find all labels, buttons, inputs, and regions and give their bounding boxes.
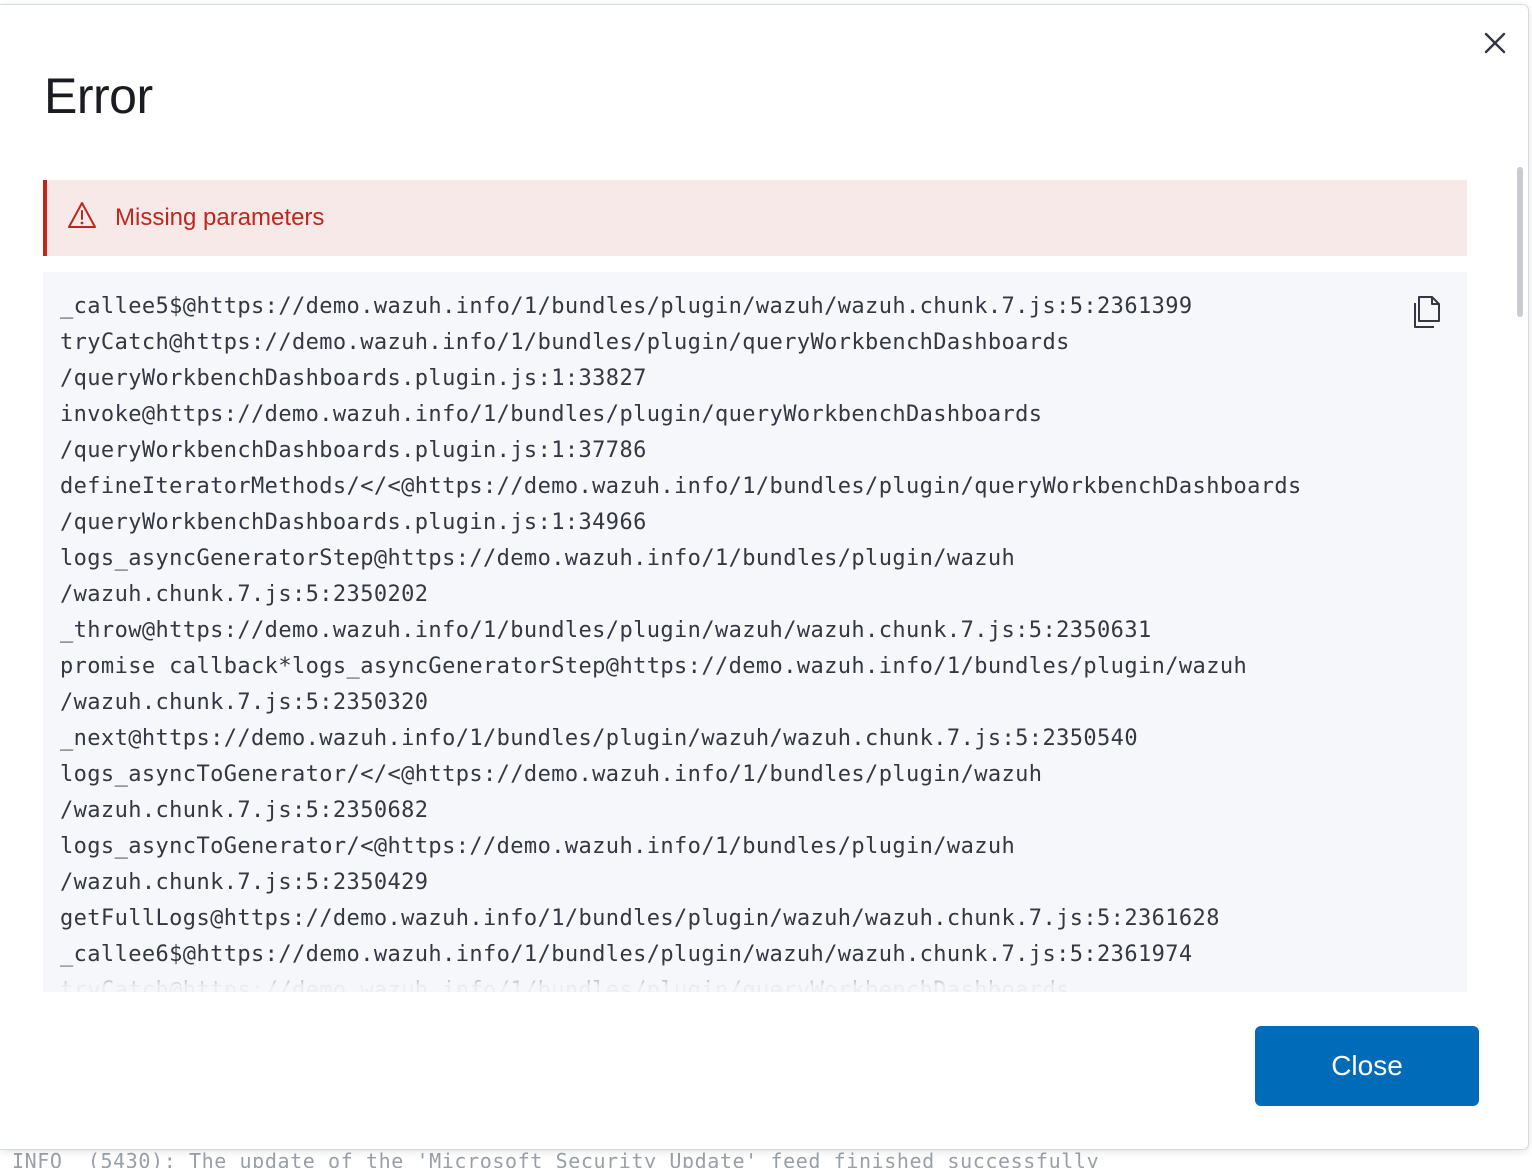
stack-trace-line: _callee6$@https://demo.wazuh.info/1/bund… xyxy=(60,942,1193,967)
stack-trace-line: logs_asyncGeneratorStep@https://demo.waz… xyxy=(60,546,1016,571)
stack-trace-line: /wazuh.chunk.7.js:5:2350682 xyxy=(60,798,429,823)
stack-trace-lines: _callee5$@https://demo.wazuh.info/1/bund… xyxy=(60,289,1400,992)
stack-trace-line: /queryWorkbenchDashboards.plugin.js:1:33… xyxy=(60,366,647,391)
stack-trace-line: getFullLogs@https://demo.wazuh.info/1/bu… xyxy=(60,906,1220,931)
error-modal: Error Missing parameters _callee5$@https… xyxy=(0,4,1529,1150)
stack-trace-line: /wazuh.chunk.7.js:5:2350429 xyxy=(60,870,429,895)
stack-trace-line: /queryWorkbenchDashboards.plugin.js:1:34… xyxy=(60,510,647,535)
stack-trace-line: _callee5$@https://demo.wazuh.info/1/bund… xyxy=(60,294,1193,319)
stack-trace-line: logs_asyncToGenerator/</<@https://demo.w… xyxy=(60,762,1043,787)
close-button[interactable]: Close xyxy=(1255,1026,1479,1106)
stack-trace-line: tryCatch@https://demo.wazuh.info/1/bundl… xyxy=(60,978,1070,992)
modal-title: Error xyxy=(44,68,153,124)
stack-trace-line: promise callback*logs_asyncGeneratorStep… xyxy=(60,654,1248,679)
stack-trace-line: /wazuh.chunk.7.js:5:2350320 xyxy=(60,690,429,715)
stack-trace-line: tryCatch@https://demo.wazuh.info/1/bundl… xyxy=(60,330,1070,355)
callout-message: Missing parameters xyxy=(115,204,325,231)
stack-trace-line: _throw@https://demo.wazuh.info/1/bundles… xyxy=(60,618,1152,643)
stack-trace-block[interactable]: _callee5$@https://demo.wazuh.info/1/bund… xyxy=(43,272,1467,992)
warning-icon xyxy=(67,200,97,230)
close-icon[interactable] xyxy=(1481,29,1509,57)
modal-scrollbar-thumb[interactable] xyxy=(1517,167,1523,317)
stack-trace-line: invoke@https://demo.wazuh.info/1/bundles… xyxy=(60,402,1043,427)
stack-trace-line: defineIteratorMethods/</<@https://demo.w… xyxy=(60,474,1302,499)
error-callout: Missing parameters xyxy=(43,180,1467,256)
stack-trace-line: /queryWorkbenchDashboards.plugin.js:1:37… xyxy=(60,438,647,463)
background-log-line: INFO (5430): The update of the 'Microsof… xyxy=(12,1149,1100,1168)
stack-trace-line: logs_asyncToGenerator/<@https://demo.waz… xyxy=(60,834,1016,859)
stack-trace-line: _next@https://demo.wazuh.info/1/bundles/… xyxy=(60,726,1138,751)
copy-icon[interactable] xyxy=(1410,294,1444,330)
stack-trace-line: /wazuh.chunk.7.js:5:2350202 xyxy=(60,582,429,607)
